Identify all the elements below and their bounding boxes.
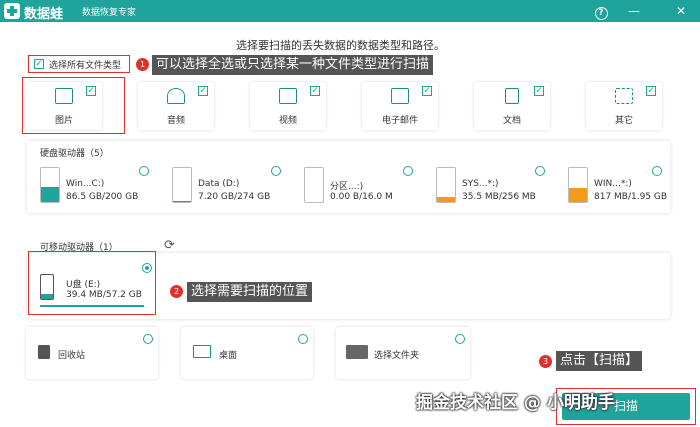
drive-radio[interactable] <box>403 166 413 176</box>
app-subtitle: 数据恢复专家 <box>82 8 137 18</box>
drive-name: Data (D:) <box>198 179 240 189</box>
drive-name: Win...C:) <box>66 179 105 189</box>
annotation-badge-2: 2 <box>170 285 183 298</box>
annotation-callout-3: 点击【扫描】 <box>556 351 643 371</box>
drive-usage-fill <box>173 200 191 202</box>
title-bar: 数据蛙 数据恢复专家 ? — ✕ <box>0 0 700 22</box>
file-type-email[interactable]: ✓ 电子邮件 <box>362 82 438 130</box>
drive-size: 86.5 GB/200 GB <box>66 192 139 202</box>
drive-name: SYS...*:) <box>462 179 499 189</box>
desktop-icon <box>193 345 211 358</box>
music-icon <box>167 88 185 104</box>
drive-size: 35.5 MB/256 MB <box>462 192 536 202</box>
drive-name: 分区...:) <box>330 182 364 192</box>
checkbox-checked-icon: ✓ <box>310 86 320 96</box>
file-type-audio[interactable]: ✓ 音频 <box>138 82 214 130</box>
usb-drive-item[interactable]: U盘 (E:) 39.4 MB/57.2 GB <box>40 270 158 310</box>
highlight-box <box>22 77 125 134</box>
location-label: 桌面 <box>219 351 238 361</box>
location-radio[interactable] <box>298 334 308 344</box>
location-radio[interactable] <box>455 334 465 344</box>
drive-radio[interactable] <box>139 166 149 176</box>
file-type-label: 视频 <box>278 116 297 126</box>
drive-radio[interactable] <box>652 166 662 176</box>
file-type-video[interactable]: ✓ 视频 <box>250 82 326 130</box>
checkbox-checked-icon: ✓ <box>534 86 544 96</box>
help-icon: ? <box>594 7 608 20</box>
file-type-label: 文档 <box>502 116 521 126</box>
help-button[interactable]: ? <box>592 2 610 20</box>
drive-name: WIN...*:) <box>594 179 632 189</box>
select-all-checkbox[interactable]: ✓ 选择所有文件类型 <box>28 55 130 73</box>
drive-name: U盘 (E:) <box>66 280 101 290</box>
watermark: 掘金技术社区 @ 小明助手 <box>416 393 615 413</box>
drive-usage-fill <box>41 187 59 202</box>
drive-usage-fill <box>437 197 455 202</box>
close-button[interactable]: ✕ <box>672 2 690 20</box>
document-icon <box>505 88 519 104</box>
video-icon <box>279 88 297 104</box>
hard-drive-icon <box>172 167 192 203</box>
usb-usage-bar <box>40 305 144 307</box>
file-type-document[interactable]: ✓ 文档 <box>474 82 550 130</box>
drive-item[interactable]: WIN...*:) 817 MB/1.95 GB <box>568 167 686 207</box>
annotation-badge-3: 3 <box>539 355 552 368</box>
hard-drive-icon <box>568 167 588 203</box>
drive-usage-fill <box>569 187 587 202</box>
folder-icon <box>346 345 368 359</box>
drive-radio[interactable] <box>535 166 545 176</box>
checkbox-checked-icon: ✓ <box>646 86 656 96</box>
file-type-label: 其它 <box>614 116 633 126</box>
location-recycle-bin[interactable]: 回收站 <box>26 327 158 379</box>
page-heading: 选择要扫描的丢失数据的数据类型和路径。 <box>236 39 445 52</box>
refresh-icon[interactable]: ⟳ <box>164 238 175 253</box>
mail-icon <box>391 88 409 104</box>
other-icon <box>615 88 633 104</box>
app-logo-icon <box>4 3 20 19</box>
location-desktop[interactable]: 桌面 <box>181 327 313 379</box>
hard-drives-title: 硬盘驱动器（5） <box>40 149 109 159</box>
drive-size: 7.20 GB/274 GB <box>198 192 271 202</box>
drive-radio[interactable] <box>271 166 281 176</box>
hard-drive-icon <box>304 167 324 203</box>
annotation-callout-1: 可以选择全选或只选择某一种文件类型进行扫描 <box>152 55 434 75</box>
app-name: 数据蛙 <box>24 7 64 22</box>
location-select-folder[interactable]: 选择文件夹 <box>336 327 470 379</box>
recycle-bin-icon <box>38 345 50 359</box>
location-label: 回收站 <box>58 351 86 361</box>
file-type-other[interactable]: ✓ 其它 <box>586 82 662 130</box>
file-type-label: 音频 <box>166 116 185 126</box>
hard-drive-icon <box>40 167 60 203</box>
location-label: 选择文件夹 <box>374 351 420 361</box>
minimize-button[interactable]: — <box>625 2 643 20</box>
file-type-label: 电子邮件 <box>381 116 418 126</box>
hard-drive-icon <box>436 167 456 203</box>
annotation-badge-1: 1 <box>136 58 149 71</box>
checkbox-checked-icon: ✓ <box>198 86 208 96</box>
usb-drive-radio[interactable] <box>142 263 152 273</box>
drive-size: 817 MB/1.95 GB <box>594 192 668 202</box>
annotation-callout-2: 选择需要扫描的位置 <box>187 282 313 302</box>
drive-size: 39.4 MB/57.2 GB <box>66 290 142 300</box>
drive-size: 0.00 B/16.0 M <box>330 192 393 202</box>
checkbox-checked-icon: ✓ <box>34 59 44 69</box>
select-all-label: 选择所有文件类型 <box>49 61 122 71</box>
usb-drive-icon <box>40 274 54 300</box>
location-radio[interactable] <box>143 334 153 344</box>
drive-usage-fill <box>41 294 53 299</box>
checkbox-checked-icon: ✓ <box>422 86 432 96</box>
